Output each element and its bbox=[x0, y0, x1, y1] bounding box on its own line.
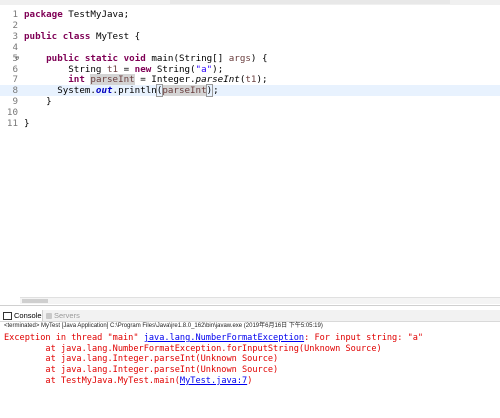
code-line[interactable]: 4 bbox=[0, 42, 500, 53]
code-token: t1 bbox=[106, 63, 119, 75]
code-line[interactable]: 9 } bbox=[0, 96, 500, 107]
code-token: } bbox=[24, 96, 52, 108]
code-token: String bbox=[24, 63, 107, 75]
servers-icon bbox=[46, 312, 52, 319]
stacktrace-link[interactable]: MyTest.java:7 bbox=[180, 376, 247, 386]
console-text: at TestMyJava.MyTest.main( bbox=[4, 375, 180, 386]
console-line: at java.lang.Integer.parseInt(Unknown So… bbox=[4, 365, 278, 376]
console-text: : For input string: "a" bbox=[304, 333, 424, 343]
code-token: package bbox=[24, 9, 63, 20]
line-number: 4 bbox=[12, 41, 18, 53]
code-token: "a" bbox=[195, 63, 213, 75]
code-token: ); bbox=[212, 63, 224, 75]
code-token: parseInt bbox=[90, 74, 135, 86]
line-number: 2 bbox=[12, 19, 18, 31]
console-process-status: <terminated> MyTest [Java Application] C… bbox=[4, 323, 323, 329]
code-token: class bbox=[62, 30, 91, 42]
code-text: System.out.println(parseInt); bbox=[24, 84, 219, 98]
console-text: at java.lang.Integer.parseInt(Unknown So… bbox=[4, 365, 279, 376]
console-line: Exception in thread "main" java.lang.Num… bbox=[4, 333, 423, 344]
line-number: 6 bbox=[12, 63, 18, 75]
console-line: at java.lang.Integer.parseInt(Unknown So… bbox=[4, 354, 278, 365]
code-token: .println bbox=[112, 85, 157, 97]
code-token: ; bbox=[213, 85, 219, 97]
code-token: t1 bbox=[245, 74, 257, 86]
code-text: public class MyTest { bbox=[24, 31, 140, 42]
code-token: = bbox=[118, 63, 135, 75]
tab-console-label: Console bbox=[14, 311, 42, 320]
code-token: static bbox=[84, 52, 119, 64]
editor-tabs-strip[interactable] bbox=[170, 0, 450, 4]
code-line[interactable]: 8 System.out.println(parseInt); bbox=[0, 84, 500, 98]
console-line: at java.lang.NumberFormatException.forIn… bbox=[4, 343, 382, 355]
line-number: 8 bbox=[12, 85, 18, 97]
code-token: String( bbox=[151, 63, 196, 75]
code-token: parseInt bbox=[162, 85, 207, 97]
code-token: MyTest { bbox=[90, 30, 141, 42]
code-line[interactable]: 7 int parseInt = Integer.parseInt(t1); bbox=[0, 74, 500, 86]
code-text: public static void main(String[] args) { bbox=[24, 52, 268, 64]
code-line[interactable]: 5 ⊖ public static void main(String[] args… bbox=[0, 53, 500, 64]
code-line[interactable]: 3 public class MyTest { bbox=[0, 31, 500, 42]
code-token: ) { bbox=[250, 52, 268, 64]
line-number: 3 bbox=[12, 30, 18, 42]
code-line[interactable]: 11} bbox=[0, 118, 500, 129]
console-text: at java.lang.Integer.parseInt(Unknown So… bbox=[4, 354, 279, 365]
code-token: TestMyJava; bbox=[62, 9, 130, 20]
tab-console[interactable]: Console bbox=[0, 310, 43, 321]
console-icon bbox=[3, 311, 12, 320]
code-token: } bbox=[24, 118, 30, 129]
code-text: int parseInt = Integer.parseInt(t1); bbox=[24, 74, 268, 86]
panel-divider[interactable] bbox=[0, 305, 500, 306]
code-token: void bbox=[123, 52, 146, 64]
line-number: 11 bbox=[6, 118, 18, 129]
stacktrace-link[interactable]: java.lang.NumberFormatException bbox=[144, 333, 304, 343]
code-token: int bbox=[68, 74, 85, 86]
code-line[interactable]: 2 bbox=[0, 20, 500, 31]
line-number: 7 bbox=[12, 74, 18, 86]
line-number: 9 bbox=[12, 96, 18, 108]
code-line[interactable]: 10 bbox=[0, 107, 500, 118]
code-token: parseInt bbox=[195, 74, 240, 86]
code-text: package TestMyJava; bbox=[24, 9, 129, 20]
code-editor[interactable]: 1 package TestMyJava; 2 3 public class MyTes… bbox=[0, 5, 500, 304]
code-token: new bbox=[134, 63, 152, 75]
code-line[interactable]: 1 package TestMyJava; bbox=[0, 9, 500, 20]
code-token: args bbox=[228, 52, 251, 64]
code-token: ); bbox=[256, 74, 268, 86]
console-output[interactable]: Exception in thread "main" java.lang.Num… bbox=[0, 331, 500, 418]
code-text: String t1 = new String("a"); bbox=[24, 64, 223, 75]
console-text: at java.lang.NumberFormatException.forIn… bbox=[4, 343, 382, 354]
console-line: at TestMyJava.MyTest.main(MyTest.java:7) bbox=[4, 376, 252, 387]
console-text: Exception in thread "main" bbox=[4, 333, 144, 343]
line-number: 10 bbox=[6, 107, 18, 119]
code-token: = Integer. bbox=[134, 74, 196, 86]
line-number: 1 bbox=[12, 9, 18, 20]
code-text: } bbox=[24, 96, 52, 107]
console-text: ) bbox=[247, 375, 253, 386]
tab-servers[interactable]: Servers bbox=[44, 310, 80, 321]
code-token: main(String[] bbox=[145, 52, 229, 64]
scrollbar-thumb[interactable] bbox=[22, 299, 48, 303]
code-token: public bbox=[46, 52, 80, 64]
fold-collapse-icon[interactable]: ⊖ bbox=[15, 53, 19, 64]
code-token: System. bbox=[24, 85, 96, 97]
code-line[interactable]: 6 String t1 = new String("a"); bbox=[0, 64, 500, 75]
code-token: public bbox=[24, 30, 58, 42]
code-text: } bbox=[24, 118, 30, 129]
code-token: out bbox=[95, 85, 113, 97]
tab-servers-label: Servers bbox=[54, 311, 80, 320]
editor-horizontal-scrollbar[interactable] bbox=[20, 297, 500, 304]
